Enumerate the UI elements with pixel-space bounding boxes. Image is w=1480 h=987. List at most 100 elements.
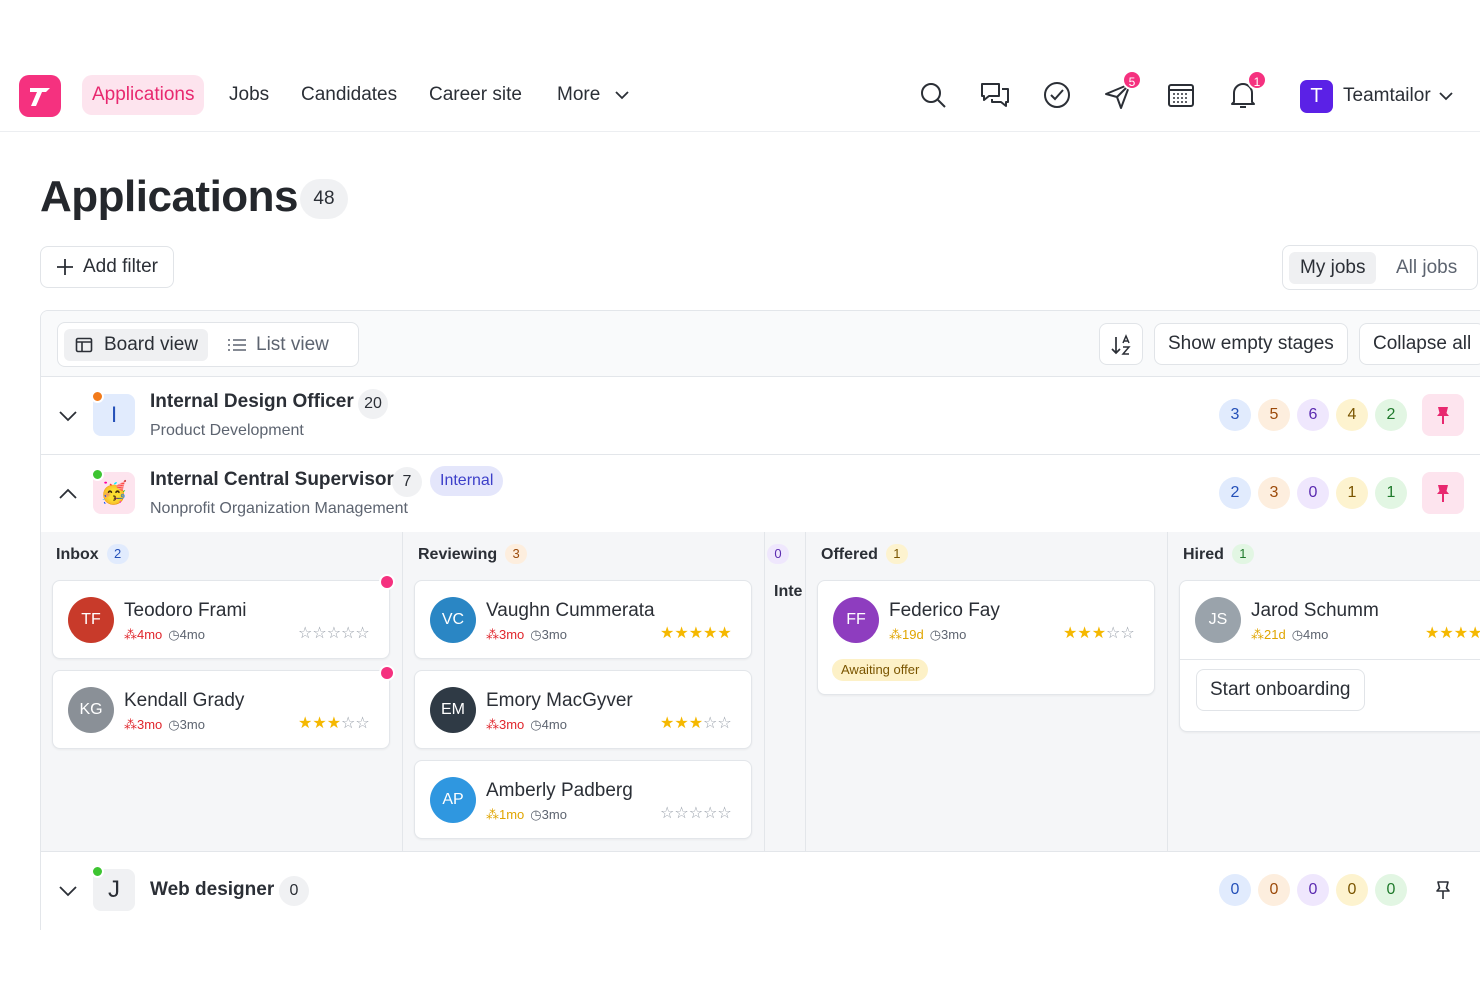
nav-jobs[interactable]: Jobs: [219, 75, 279, 115]
star-empty-icon[interactable]: ☆: [689, 805, 703, 822]
star-filled-icon[interactable]: ★: [717, 625, 731, 642]
star-empty-icon[interactable]: ☆: [298, 625, 312, 642]
star-filled-icon[interactable]: ★: [312, 715, 326, 732]
star-empty-icon[interactable]: ☆: [327, 625, 341, 642]
star-filled-icon[interactable]: ★: [689, 625, 703, 642]
job-title[interactable]: Web designer: [150, 879, 274, 901]
star-filled-icon[interactable]: ★: [660, 715, 674, 732]
stage-count-pill[interactable]: 3: [1258, 477, 1290, 509]
all-jobs-option[interactable]: All jobs: [1385, 252, 1468, 284]
job-status-dot: [91, 865, 104, 878]
candidate-card[interactable]: TF Teodoro Frami ⁂4mo ◷4mo ☆☆☆☆☆: [52, 580, 390, 659]
stage-count-pill[interactable]: 3: [1219, 399, 1251, 431]
star-filled-icon[interactable]: ★: [1077, 625, 1091, 642]
candidate-name: Amberly Padberg: [486, 780, 633, 801]
job-row[interactable]: I Internal Design Officer 20 Product Dev…: [41, 377, 1480, 455]
job-row[interactable]: 🥳 Internal Central Supervisor 7 Internal…: [41, 455, 1480, 533]
star-filled-icon[interactable]: ★: [1092, 625, 1106, 642]
star-empty-icon[interactable]: ☆: [1120, 625, 1134, 642]
star-empty-icon[interactable]: ☆: [312, 625, 326, 642]
star-filled-icon[interactable]: ★: [689, 715, 703, 732]
star-empty-icon[interactable]: ☆: [703, 805, 717, 822]
candidate-name: Teodoro Frami: [124, 600, 247, 621]
star-filled-icon[interactable]: ★: [1468, 625, 1480, 642]
nav-applications[interactable]: Applications: [82, 75, 205, 115]
job-row[interactable]: J Web designer 0 0 0 0 0 0: [41, 852, 1480, 930]
stage-count-pill[interactable]: 0: [1297, 477, 1329, 509]
candidate-card[interactable]: KG Kendall Grady ⁂3mo ◷3mo ★★★☆☆: [52, 670, 390, 749]
star-empty-icon[interactable]: ☆: [674, 805, 688, 822]
list-view-option[interactable]: List view: [216, 329, 339, 361]
stage-header: Hired 1: [1183, 544, 1254, 564]
nav-more[interactable]: More: [547, 75, 640, 115]
job-title[interactable]: Internal Design Officer: [150, 391, 354, 413]
pin-button[interactable]: [1422, 472, 1464, 514]
activity-time: 19d: [902, 627, 924, 642]
stage-count-pill[interactable]: 2: [1219, 477, 1251, 509]
star-empty-icon[interactable]: ☆: [1106, 625, 1120, 642]
stage-count-pill[interactable]: 2: [1375, 399, 1407, 431]
candidate-meta: ⁂21d ◷4mo: [1251, 627, 1328, 643]
sort-button[interactable]: [1099, 323, 1143, 365]
stage-count-pill[interactable]: 0: [1219, 874, 1251, 906]
candidate-card[interactable]: JS Jarod Schumm ⁂21d ◷4mo ★★★★★ Start onb…: [1179, 580, 1480, 732]
star-filled-icon[interactable]: ★: [674, 625, 688, 642]
stage-count-pill[interactable]: 0: [1375, 874, 1407, 906]
star-filled-icon[interactable]: ★: [703, 625, 717, 642]
star-empty-icon[interactable]: ☆: [355, 715, 369, 732]
account-name: Teamtailor: [1343, 85, 1431, 106]
star-empty-icon[interactable]: ☆: [717, 805, 731, 822]
search-icon[interactable]: [915, 77, 951, 113]
candidate-avatar: VC: [430, 597, 476, 643]
stage-count-pill[interactable]: 1: [1336, 477, 1368, 509]
check-circle-icon[interactable]: [1039, 77, 1075, 113]
candidate-card[interactable]: VC Vaughn Cummerata ⁂3mo ◷3mo ★★★★★: [414, 580, 752, 659]
star-empty-icon[interactable]: ☆: [341, 715, 355, 732]
candidate-card[interactable]: EM Emory MacGyver ⁂3mo ◷4mo ★★★☆☆: [414, 670, 752, 749]
star-empty-icon[interactable]: ☆: [660, 805, 674, 822]
star-empty-icon[interactable]: ☆: [703, 715, 717, 732]
nav-career-site[interactable]: Career site: [419, 75, 532, 115]
candidate-card[interactable]: FF Federico Fay ⁂19d ◷3mo ★★★☆☆ Awaiting …: [817, 580, 1155, 695]
stage-count-pill[interactable]: 4: [1336, 399, 1368, 431]
teamtailor-logo[interactable]: [19, 75, 61, 117]
stage-column-collapsed[interactable]: 0 Inte: [765, 532, 806, 852]
star-filled-icon[interactable]: ★: [1425, 625, 1439, 642]
star-empty-icon[interactable]: ☆: [717, 715, 731, 732]
star-empty-icon[interactable]: ☆: [355, 625, 369, 642]
board-toolbar: Board view List view Show empty stages C…: [41, 311, 1480, 377]
nav-candidates[interactable]: Candidates: [291, 75, 407, 115]
chevron-up-icon[interactable]: [57, 483, 79, 505]
stage-count-pill[interactable]: 1: [1375, 477, 1407, 509]
add-filter-button[interactable]: Add filter: [40, 246, 174, 288]
my-jobs-option[interactable]: My jobs: [1289, 252, 1377, 284]
start-onboarding-button[interactable]: Start onboarding: [1196, 669, 1365, 711]
chevron-down-icon[interactable]: [57, 405, 79, 427]
stage-count-pill[interactable]: 5: [1258, 399, 1290, 431]
pin-button[interactable]: [1422, 394, 1464, 436]
stage-count-pill[interactable]: 0: [1297, 874, 1329, 906]
stage-count-pill[interactable]: 6: [1297, 399, 1329, 431]
job-title[interactable]: Internal Central Supervisor: [150, 469, 394, 491]
collapse-all-button[interactable]: Collapse all: [1359, 323, 1480, 365]
star-filled-icon[interactable]: ★: [298, 715, 312, 732]
star-filled-icon[interactable]: ★: [674, 715, 688, 732]
activity-indicator: ⁂1mo: [486, 807, 525, 822]
star-filled-icon[interactable]: ★: [660, 625, 674, 642]
star-filled-icon[interactable]: ★: [327, 715, 341, 732]
board-view-option[interactable]: Board view: [64, 329, 208, 361]
star-filled-icon[interactable]: ★: [1454, 625, 1468, 642]
stage-count-pill[interactable]: 0: [1258, 874, 1290, 906]
stage-count-pill[interactable]: 0: [1336, 874, 1368, 906]
star-empty-icon[interactable]: ☆: [341, 625, 355, 642]
candidate-card[interactable]: AP Amberly Padberg ⁂1mo ◷3mo ☆☆☆☆☆: [414, 760, 752, 839]
star-filled-icon[interactable]: ★: [1063, 625, 1077, 642]
chat-icon[interactable]: [977, 77, 1013, 113]
top-nav: Applications Jobs Candidates Career site…: [0, 60, 1480, 132]
star-filled-icon[interactable]: ★: [1439, 625, 1453, 642]
chevron-down-icon[interactable]: [57, 880, 79, 902]
show-empty-stages-button[interactable]: Show empty stages: [1154, 323, 1348, 365]
pin-button[interactable]: [1422, 869, 1464, 911]
calendar-icon[interactable]: [1163, 77, 1199, 113]
rating-stars: ★★★☆☆: [660, 713, 732, 733]
